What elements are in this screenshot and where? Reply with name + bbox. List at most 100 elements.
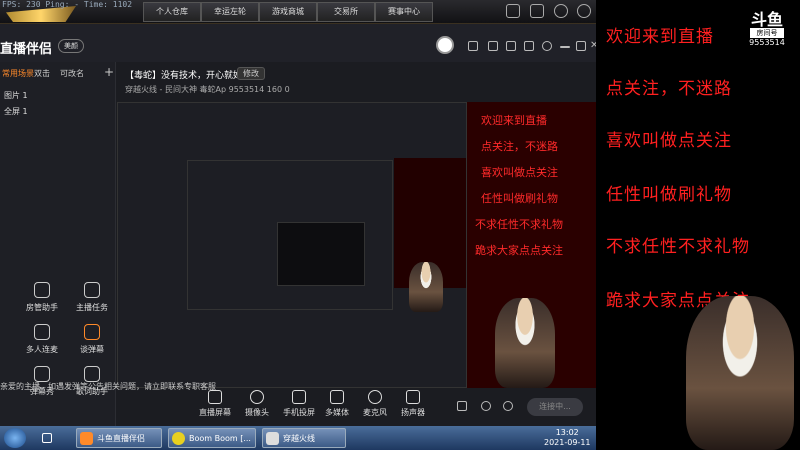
tv-icon — [34, 366, 50, 382]
cloud-icon[interactable] — [42, 433, 52, 443]
tool-label: 扬声器 — [401, 408, 425, 417]
scene-item-image[interactable]: 图片 1 — [4, 90, 28, 101]
gift-icon — [34, 282, 50, 298]
task-icon — [84, 282, 100, 298]
overlay-line: 喜欢叫做点关注 — [606, 131, 732, 151]
overlay-line: 点关注，不迷路 — [606, 79, 732, 99]
tool-room-manager[interactable]: 房管助手 — [22, 282, 62, 313]
tool-danmaku[interactable]: 谈弹幕 — [72, 324, 112, 355]
tool-label: 手机投屏 — [283, 408, 315, 417]
settings-icon[interactable] — [503, 401, 513, 411]
record-icon[interactable] — [481, 401, 491, 411]
preview-line: 跪求大家点点关注 — [475, 244, 563, 257]
fps-readout: FPS: 230 Ping: - Time: 1102 — [2, 0, 133, 9]
edit-title-button[interactable]: 修改 — [237, 67, 265, 80]
comment-icon[interactable] — [468, 41, 478, 51]
tool-label: 主播任务 — [76, 303, 108, 312]
add-scene-button[interactable]: + — [104, 65, 114, 79]
tool-streamer-task[interactable]: 主播任务 — [72, 282, 112, 313]
tool-label: 房管助手 — [26, 303, 58, 312]
app-titlebar: 直播伴侣 美颜 ✕ — [0, 24, 598, 62]
tab-rename[interactable]: 可改名 — [60, 68, 84, 79]
tab-lucky-revolver[interactable]: 幸运左轮 — [201, 2, 259, 22]
tool-multi-mic[interactable]: 多人连麦 — [22, 324, 62, 355]
minimize-icon[interactable] — [560, 46, 570, 48]
tab-game-store[interactable]: 游戏商城 — [259, 2, 317, 22]
shield-icon[interactable] — [506, 4, 520, 18]
tool-label: 谈弹幕 — [80, 345, 104, 354]
speaker-icon — [406, 390, 420, 404]
preview-line: 点关注，不迷路 — [481, 140, 558, 153]
stream-preview: 欢迎来到直播 点关注，不迷路 喜欢叫做点关注 任性叫做刷礼物 不求任性不求礼物 … — [117, 102, 596, 388]
settings-icon[interactable] — [542, 41, 552, 51]
beauty-button[interactable]: 美颜 — [58, 39, 84, 53]
filter-icon[interactable] — [506, 41, 516, 51]
message-icon[interactable] — [488, 41, 498, 51]
overlay-line: 欢迎来到直播 — [606, 27, 714, 47]
task-label: 斗鱼直播伴侣 — [97, 434, 145, 443]
camera-icon — [250, 390, 264, 404]
task-label: Boom Boom [... — [189, 434, 251, 443]
start-stream-button[interactable]: 连接中... — [527, 398, 583, 416]
media-icon — [330, 390, 344, 404]
tool-label: 直播屏幕 — [199, 408, 231, 417]
preview-line: 喜欢叫做点关注 — [481, 166, 558, 179]
speaker-button[interactable]: 扬声器 — [391, 390, 435, 418]
task-boom[interactable]: Boom Boom [... — [168, 428, 256, 448]
clock[interactable]: 13:02 2021-09-11 — [544, 428, 591, 448]
room-label: 房间号 — [750, 28, 784, 38]
taskbar: 斗鱼直播伴侣 Boom Boom [... 穿越火线 13:02 2021-09… — [0, 426, 596, 450]
streaming-app-window: 直播伴侣 美颜 ✕ 常用场景 双击 可改名 + 图片 1 全屏 1 房管助手 主… — [0, 24, 598, 426]
clock-time: 13:02 — [555, 428, 579, 437]
nested-screen — [277, 222, 365, 286]
phone-icon — [292, 390, 306, 404]
character-image — [686, 296, 794, 450]
task-label: 穿越火线 — [283, 434, 315, 443]
start-button[interactable] — [4, 428, 26, 448]
tool-label: 麦克风 — [363, 408, 387, 417]
maximize-icon[interactable] — [576, 41, 586, 51]
bottom-toolbar: 直播屏幕 摄像头 手机投屏 多媒体 麦克风 扬声器 连接中... — [117, 388, 596, 426]
gear-icon[interactable] — [554, 4, 568, 18]
chart-icon[interactable] — [530, 4, 544, 18]
tab-events-center[interactable]: 赛事中心 — [375, 2, 433, 22]
task-crossfire[interactable]: 穿越火线 — [262, 428, 346, 448]
character-image — [495, 298, 555, 388]
main-area: 【毒蛇】没有技术，开心就好 修改 穿越火线 - 民间大神 毒蛇Ap 955351… — [117, 62, 596, 426]
monitor-icon — [208, 390, 222, 404]
room-meta: 穿越火线 - 民间大神 毒蛇Ap 9553514 160 0 — [125, 85, 290, 94]
douyu-mark: 斗鱼 — [750, 10, 783, 29]
music-icon — [84, 366, 100, 382]
microphone-icon — [368, 390, 382, 404]
screen-capture-button[interactable]: 直播屏幕 — [193, 390, 237, 418]
camera-button[interactable]: 摄像头 — [235, 390, 279, 418]
tab-exchange[interactable]: 交易所 — [317, 2, 375, 22]
preview-line: 不求任性不求礼物 — [475, 218, 563, 231]
preview-line: 欢迎来到直播 — [481, 114, 547, 127]
tab-double-click[interactable]: 双击 — [34, 68, 50, 79]
tab-personal-storage[interactable]: 个人仓库 — [143, 2, 201, 22]
character-image — [409, 262, 443, 312]
preview-line: 任性叫做刷礼物 — [481, 192, 558, 205]
room-number: 9553514 — [749, 38, 785, 47]
game-menu-bar: FPS: 230 Ping: - Time: 1102 个人仓库 幸运左轮 游戏… — [0, 0, 596, 24]
tool-label: 摄像头 — [245, 408, 269, 417]
douyu-icon — [80, 432, 93, 445]
tool-label: 多人连麦 — [26, 345, 58, 354]
avatar[interactable] — [436, 36, 454, 54]
notice-bar: 亲爱的主播，如遇发弹等公告相关问题，请立即联系专职客服 — [0, 382, 216, 391]
left-panel: 常用场景 双击 可改名 + 图片 1 全屏 1 房管助手 主播任务 多人连麦 谈… — [0, 62, 116, 426]
power-icon[interactable] — [577, 4, 591, 18]
danmaku-icon — [84, 324, 100, 340]
app-logo: 直播伴侣 — [0, 42, 53, 57]
clock-date: 2021-09-11 — [544, 438, 591, 447]
tab-common-scenes[interactable]: 常用场景 — [2, 68, 34, 79]
task-streaming-app[interactable]: 斗鱼直播伴侣 — [76, 428, 162, 448]
overlay-line: 任性叫做刷礼物 — [606, 185, 732, 205]
overlay-line: 不求任性不求礼物 — [606, 237, 750, 257]
scene-item-fullscreen[interactable]: 全屏 1 — [4, 106, 28, 117]
music-player-icon — [172, 432, 185, 445]
video-icon[interactable] — [457, 401, 467, 411]
skin-icon[interactable] — [524, 41, 534, 51]
stream-text-overlay: 欢迎来到直播 点关注，不迷路 喜欢叫做点关注 任性叫做刷礼物 不求任性不求礼物 … — [596, 0, 800, 450]
